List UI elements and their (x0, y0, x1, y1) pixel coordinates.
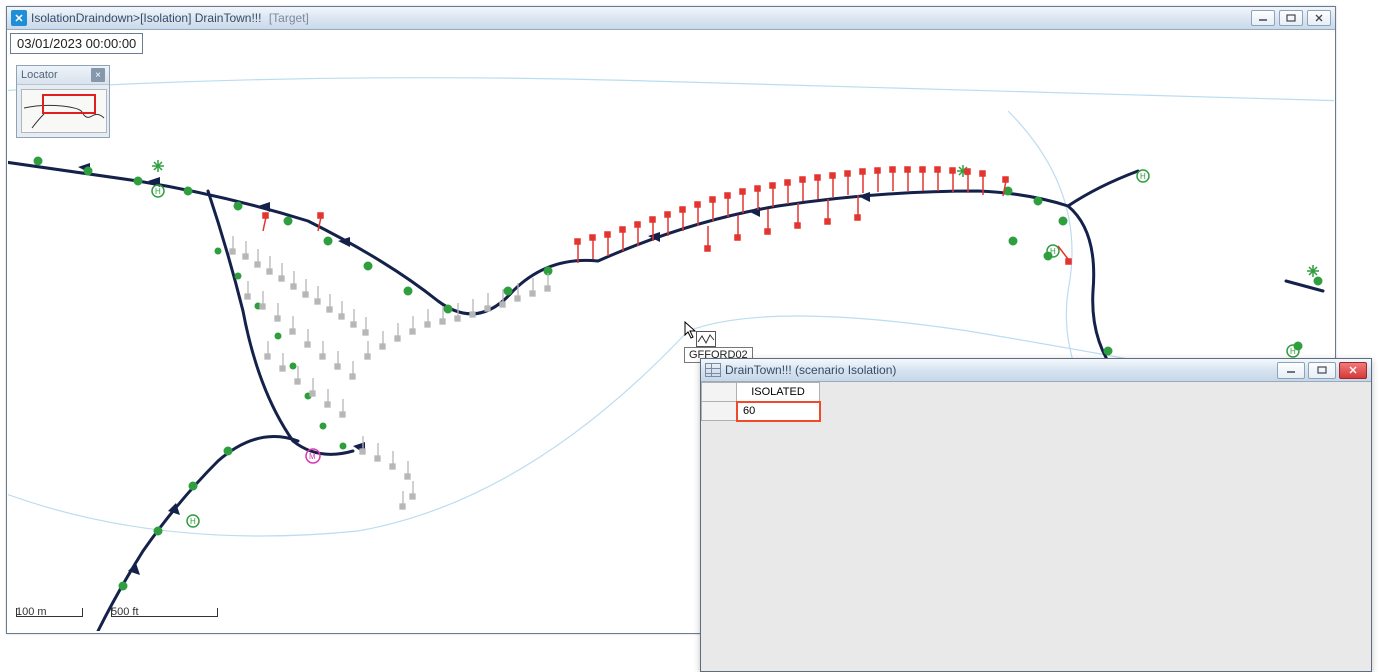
cursor-select-badge-icon (696, 331, 716, 347)
data-grid[interactable]: ISOLATED 60 (701, 382, 820, 421)
grid-window-button-group (1277, 362, 1367, 379)
timestamp-value: 03/01/2023 00:00:00 (17, 36, 136, 51)
close-button[interactable] (1307, 10, 1331, 26)
table-header-row: ISOLATED (702, 383, 820, 402)
grid-close-button[interactable] (1339, 362, 1367, 379)
table-row[interactable]: 60 (702, 402, 820, 421)
map-window-titlebar[interactable]: ✕ IsolationDraindown>[Isolation] DrainTo… (7, 7, 1335, 30)
scale-imperial-label: 500 ft (111, 606, 139, 618)
svg-text:H: H (1050, 247, 1056, 256)
locator-panel[interactable]: Locator × (16, 65, 110, 138)
grid-window-titlebar[interactable]: DrainTown!!! (scenario Isolation) (701, 359, 1371, 382)
grid-window: DrainTown!!! (scenario Isolation) ISOLAT… (700, 358, 1372, 672)
app-icon: ✕ (11, 10, 27, 26)
timestamp-box: 03/01/2023 00:00:00 (10, 33, 143, 54)
grid-body[interactable]: ISOLATED 60 (701, 382, 1371, 671)
locator-body[interactable] (17, 85, 109, 137)
column-header-isolated[interactable]: ISOLATED (737, 383, 820, 402)
corner-cell[interactable] (702, 383, 737, 402)
locator-close-button[interactable]: × (91, 68, 105, 82)
window-button-group (1251, 10, 1331, 26)
title-secondary: [Target] (269, 11, 309, 25)
locator-header[interactable]: Locator × (17, 66, 109, 85)
title-primary: IsolationDraindown>[Isolation] DrainTown… (31, 11, 261, 25)
minimize-button[interactable] (1251, 10, 1275, 26)
row-header[interactable] (702, 402, 737, 421)
map-window-title: IsolationDraindown>[Isolation] DrainTown… (31, 11, 1251, 25)
grid-maximize-button[interactable] (1308, 362, 1336, 379)
locator-title: Locator (21, 69, 91, 81)
svg-text:H: H (190, 517, 196, 526)
grid-window-title: DrainTown!!! (scenario Isolation) (725, 363, 1277, 377)
svg-text:H: H (1290, 347, 1296, 356)
cell-isolated-value[interactable]: 60 (737, 402, 820, 421)
locator-minimap[interactable] (21, 89, 107, 133)
locator-viewport-rect[interactable] (42, 94, 96, 114)
grid-icon (705, 363, 721, 377)
scale-bar: 100 m 500 ft (16, 608, 226, 628)
svg-text:H: H (1140, 172, 1146, 181)
grid-minimize-button[interactable] (1277, 362, 1305, 379)
svg-text:M: M (309, 452, 316, 461)
maximize-button[interactable] (1279, 10, 1303, 26)
scale-metric-label: 100 m (16, 606, 47, 618)
svg-text:H: H (155, 187, 161, 196)
